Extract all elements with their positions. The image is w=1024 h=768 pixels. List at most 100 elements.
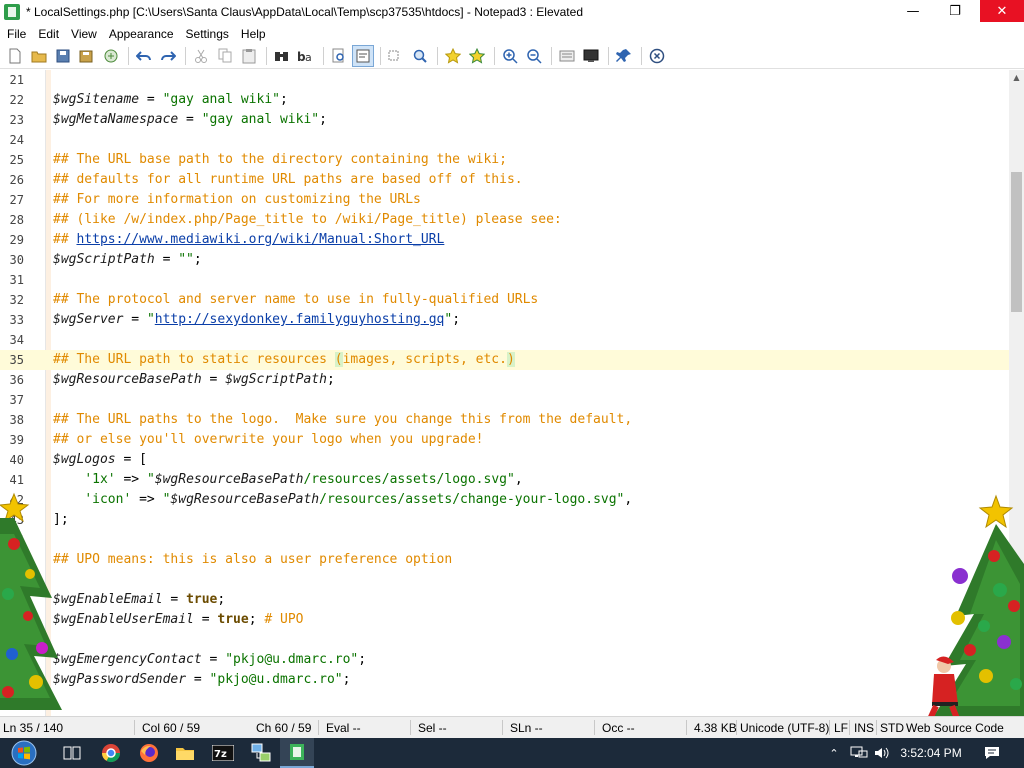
close-file-icon: [649, 48, 665, 63]
status-line[interactable]: Ln 35 / 140: [3, 721, 63, 735]
close-icon: ✕: [996, 3, 1008, 19]
code-line[interactable]: 35 ## The URL path to static resources (i…: [0, 350, 1009, 370]
status-eval[interactable]: Eval --: [326, 721, 361, 735]
pin-button[interactable]: [613, 45, 635, 67]
start-button[interactable]: [0, 738, 48, 768]
status-file-size[interactable]: 4.38 KB: [694, 721, 737, 735]
menu-edit[interactable]: Edit: [32, 27, 65, 41]
menu-file[interactable]: File: [0, 27, 32, 41]
tray-volume[interactable]: [872, 738, 894, 768]
view-settings-button[interactable]: [556, 45, 578, 67]
maximize-button[interactable]: ❐: [934, 0, 976, 22]
code-line[interactable]: 31: [0, 270, 1009, 290]
code-line[interactable]: 39 ## or else you'll overwrite your logo …: [0, 430, 1009, 450]
status-insert-mode[interactable]: INS: [854, 721, 874, 735]
code-line[interactable]: 23 $wgMetaNamespace = "gay anal wiki";: [0, 110, 1009, 130]
status-occurrences[interactable]: Occ --: [602, 721, 635, 735]
find-in-files-button[interactable]: [328, 45, 350, 67]
bookmark-all-button[interactable]: [466, 45, 488, 67]
status-eol[interactable]: LF: [834, 721, 848, 735]
tray-overflow-button[interactable]: ⌃: [824, 738, 844, 768]
code-line[interactable]: 24: [0, 130, 1009, 150]
code-line[interactable]: 41 '1x' => "$wgResourceBasePath/resource…: [0, 470, 1009, 490]
code-line[interactable]: 25 ## The URL base path to the directory …: [0, 150, 1009, 170]
code-line[interactable]: 38 ## The URL paths to the logo. Make sur…: [0, 410, 1009, 430]
status-selected-lines[interactable]: SLn --: [510, 721, 543, 735]
bookmark-button[interactable]: [442, 45, 464, 67]
tray-network[interactable]: [848, 738, 870, 768]
zoom-in-button[interactable]: [499, 45, 521, 67]
code-line[interactable]: 21: [0, 70, 1009, 90]
menu-settings[interactable]: Settings: [180, 27, 235, 41]
copy-button[interactable]: [214, 45, 236, 67]
code-line[interactable]: 34: [0, 330, 1009, 350]
taskbar-winscp[interactable]: [244, 738, 278, 768]
new-file-button[interactable]: [4, 45, 26, 67]
monitor-button[interactable]: [580, 45, 602, 67]
code-editor[interactable]: 21 22 $wgSitename = "gay anal wiki"; 23 $wgM…: [0, 70, 1009, 716]
open-folder-button[interactable]: [28, 45, 50, 67]
replace-button[interactable]: ba: [295, 45, 317, 67]
notepad3-app-icon[interactable]: [4, 4, 20, 20]
taskbar-firefox[interactable]: [132, 738, 166, 768]
code-line[interactable]: 47$wgEnableEmail = true;: [0, 590, 1009, 610]
menu-view[interactable]: View: [65, 27, 103, 41]
taskbar-7zip[interactable]: 7z: [206, 738, 240, 768]
notepad3-window: * LocalSettings.php [C:\Users\Santa Clau…: [0, 0, 1024, 768]
paste-button[interactable]: [238, 45, 260, 67]
7zip-icon: 7z: [212, 745, 234, 761]
minimize-button[interactable]: —: [892, 0, 934, 22]
status-character[interactable]: Ch 60 / 59: [256, 721, 311, 735]
zoom-out-button[interactable]: [523, 45, 545, 67]
code-line[interactable]: 36 $wgResourceBasePath = $wgScriptPath;: [0, 370, 1009, 390]
code-line[interactable]: 42 'icon' => "$wgResourceBasePath/resour…: [0, 490, 1009, 510]
browse-button[interactable]: [100, 45, 122, 67]
line-code: ## The URL paths to the logo. Make sure …: [53, 410, 632, 430]
code-line[interactable]: 43];: [0, 510, 1009, 530]
notification-center-button[interactable]: [980, 738, 1004, 768]
save-button[interactable]: [52, 45, 74, 67]
cut-button[interactable]: [190, 45, 212, 67]
code-line[interactable]: 50$wgEmergencyContact = "pkjo@u.dmarc.ro…: [0, 650, 1009, 670]
redo-button[interactable]: [157, 45, 179, 67]
code-line[interactable]: 26 ## defaults for all runtime URL paths …: [0, 170, 1009, 190]
word-wrap-button[interactable]: [352, 44, 374, 67]
menu-appearance[interactable]: Appearance: [103, 27, 180, 41]
taskbar-file-explorer[interactable]: [168, 738, 202, 768]
code-line[interactable]: 40 $wgLogos = [: [0, 450, 1009, 470]
find-next-button[interactable]: [409, 45, 431, 67]
code-line[interactable]: 37: [0, 390, 1009, 410]
code-line[interactable]: 45## UPO means: this is also a user pref…: [0, 550, 1009, 570]
code-line[interactable]: 28 ## (like /w/index.php/Page_title to /w…: [0, 210, 1009, 230]
code-line[interactable]: 49: [0, 630, 1009, 650]
scroll-up-button[interactable]: ▲: [1009, 70, 1024, 85]
code-line[interactable]: 27 ## For more information on customizing…: [0, 190, 1009, 210]
close-file-button[interactable]: [646, 45, 668, 67]
menu-help[interactable]: Help: [235, 27, 272, 41]
close-button[interactable]: ✕: [980, 0, 1024, 22]
status-std[interactable]: STD: [880, 721, 904, 735]
code-line[interactable]: 32 ## The protocol and server name to use…: [0, 290, 1009, 310]
task-view-button[interactable]: [56, 738, 88, 768]
code-line[interactable]: 29 ## https://www.mediawiki.org/wiki/Manu…: [0, 230, 1009, 250]
code-line[interactable]: 33 $wgServer = "http://sexydonkey.familyg…: [0, 310, 1009, 330]
code-line[interactable]: 30 $wgScriptPath = "";: [0, 250, 1009, 270]
status-selection[interactable]: Sel --: [418, 721, 447, 735]
status-lexer[interactable]: Web Source Code: [906, 721, 1004, 735]
code-line[interactable]: 44: [0, 530, 1009, 550]
code-line[interactable]: 51$wgPasswordSender = "pkjo@u.dmarc.ro";: [0, 670, 1009, 690]
code-line[interactable]: 48$wgEnableUserEmail = true; # UPO: [0, 610, 1009, 630]
undo-button[interactable]: [133, 45, 155, 67]
find-button[interactable]: [271, 45, 293, 67]
tray-clock[interactable]: 3:52:04 PM: [896, 738, 966, 768]
taskbar-chrome[interactable]: [94, 738, 128, 768]
status-encoding[interactable]: Unicode (UTF-8): [740, 721, 829, 735]
save-all-button[interactable]: [76, 45, 98, 67]
zoom-button[interactable]: [385, 45, 407, 67]
scrollbar-thumb[interactable]: [1011, 172, 1022, 312]
code-line[interactable]: 22 $wgSitename = "gay anal wiki";: [0, 90, 1009, 110]
taskbar-notepad3[interactable]: [280, 738, 314, 768]
notepad3-icon: [290, 744, 304, 760]
status-column[interactable]: Col 60 / 59: [142, 721, 200, 735]
code-line[interactable]: 46: [0, 570, 1009, 590]
